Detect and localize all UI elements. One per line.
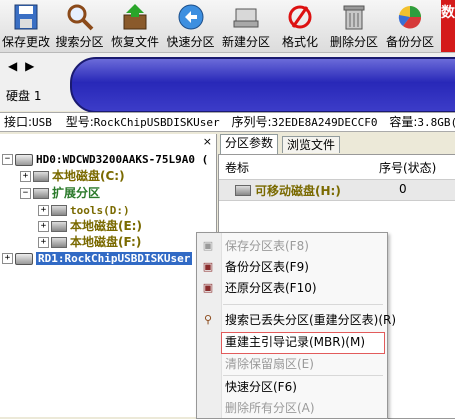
tree-node-tools-label: tools(D:): [70, 204, 130, 217]
trash-icon: [343, 5, 365, 30]
menu-item-search-lost-partitions[interactable]: 搜索已丢失分区(重建分区表)(R): [225, 311, 396, 329]
menu-item-restore-partition-table[interactable]: 还原分区表(F10): [225, 279, 317, 297]
backup-partition-button[interactable]: 备份分区: [382, 0, 438, 52]
recover-box-icon: [123, 4, 147, 30]
partition-icon: [33, 171, 49, 182]
disk-nav-arrows[interactable]: ◀ ▶: [8, 59, 34, 73]
backup-table-icon: ▣: [202, 260, 214, 273]
interface-value: USB: [32, 116, 52, 129]
search-partition-label: 搜索分区: [55, 35, 104, 49]
close-icon[interactable]: ×: [203, 135, 212, 148]
quick-partition-button[interactable]: 快速分区: [163, 0, 218, 52]
serial-label: 序列号:: [231, 115, 272, 129]
partition-icon: [51, 237, 67, 248]
extra-button-cut-off[interactable]: 数: [441, 0, 455, 52]
column-header-label[interactable]: 卷标: [225, 159, 249, 176]
toolbar: 保存更改 搜索分区 恢复文件 快速分区 新建分区 格式化 删除分区 备份分区 数: [0, 0, 455, 53]
disk-tree-panel: × − HD0:WDCWD3200AAKS-75L9A0 ( + 本地磁盘(C:) …: [0, 134, 217, 417]
tree-node-f-label: 本地磁盘(F:): [70, 235, 142, 249]
tree-node-f[interactable]: + 本地磁盘(F:): [38, 234, 141, 250]
quick-partition-icon: [178, 4, 203, 30]
backup-partition-label: 备份分区: [385, 35, 434, 49]
row-index: 0: [399, 182, 407, 196]
partition-icon: [51, 221, 67, 232]
disk-map-bar[interactable]: [70, 57, 455, 113]
save-changes-label: 保存更改: [1, 35, 50, 49]
tree-node-tools[interactable]: + tools(D:): [38, 202, 130, 218]
model-value: RockChipUSBDISKUser: [93, 116, 220, 129]
partition-icon: [33, 188, 49, 199]
collapse-icon[interactable]: −: [2, 154, 13, 165]
tree-node-c[interactable]: + 本地磁盘(C:): [20, 168, 125, 184]
format-button[interactable]: 格式化: [274, 0, 326, 52]
menu-separator: [223, 304, 383, 305]
recover-files-label: 恢复文件: [110, 35, 159, 49]
extra-button-label: 数: [441, 5, 455, 21]
tree-node-e-label: 本地磁盘(E:): [70, 219, 142, 233]
capacity-label: 容量:: [389, 115, 418, 129]
restore-table-icon: ▣: [202, 281, 214, 294]
recover-files-button[interactable]: 恢复文件: [107, 0, 163, 52]
expand-icon[interactable]: +: [38, 205, 49, 216]
detail-tabs: 分区参数 浏览文件: [218, 134, 455, 154]
hard-disk-icon: [15, 252, 33, 265]
next-disk-arrow-icon[interactable]: ▶: [25, 59, 34, 73]
serial-value: 32EDE8A249DECCF0: [271, 116, 378, 129]
expand-icon[interactable]: +: [38, 237, 49, 248]
table-row[interactable]: 可移动磁盘(H:) 0: [219, 179, 455, 201]
collapse-icon[interactable]: −: [20, 188, 31, 199]
save-changes-button[interactable]: 保存更改: [0, 0, 52, 52]
menu-item-save-partition-table[interactable]: 保存分区表(F8): [225, 237, 309, 255]
tree-node-rd1-label: RD1:RockChipUSBDISKUser: [36, 252, 193, 265]
menu-item-quick-partition[interactable]: 快速分区(F6): [225, 378, 297, 396]
tree-node-rd1[interactable]: + RD1:RockChipUSBDISKUser: [2, 250, 193, 266]
quick-partition-label: 快速分区: [166, 35, 215, 49]
new-partition-button[interactable]: 新建分区: [218, 0, 274, 52]
delete-partition-button[interactable]: 删除分区: [326, 0, 382, 52]
capacity-value: 3.8GB(386: [417, 116, 455, 129]
menu-item-delete-all-partitions[interactable]: 删除所有分区(A): [225, 399, 315, 417]
disk-label: 硬盘 1: [6, 89, 42, 103]
tree-node-hd0[interactable]: − HD0:WDCWD3200AAKS-75L9A0 (: [2, 151, 208, 167]
disk-map-row: ◀ ▶ 硬盘 1: [0, 53, 455, 113]
tree-node-extended[interactable]: − 扩展分区: [20, 185, 100, 201]
column-header-index[interactable]: 序号(状态): [379, 159, 436, 176]
expand-icon[interactable]: +: [2, 253, 13, 264]
search-lost-icon: ⚲: [203, 313, 213, 326]
magnifier-icon: [67, 4, 93, 31]
row-label: 可移动磁盘(H:): [255, 184, 341, 198]
save-table-icon: ▣: [202, 239, 214, 252]
delete-partition-label: 删除分区: [329, 35, 378, 49]
context-menu: ▣ 保存分区表(F8) ▣ 备份分区表(F9) ▣ 还原分区表(F10) ⚲ 搜…: [196, 232, 396, 419]
partition-icon: [51, 205, 67, 216]
hard-disk-icon: [15, 153, 33, 166]
tab-browse-files[interactable]: 浏览文件: [282, 136, 341, 153]
tree-node-hd0-label: HD0:WDCWD3200AAKS-75L9A0 (: [36, 153, 209, 166]
pie-icon: [398, 6, 422, 29]
model-label: 型号:: [65, 115, 94, 129]
new-partition-icon: [233, 8, 259, 28]
tree-node-e[interactable]: + 本地磁盘(E:): [38, 218, 142, 234]
tab-partition-params[interactable]: 分区参数: [220, 134, 279, 154]
expand-icon[interactable]: +: [20, 171, 31, 182]
menu-item-clear-reserved-sectors[interactable]: 清除保留扇区(E): [225, 355, 314, 373]
format-icon: [288, 5, 312, 29]
format-label: 格式化: [281, 35, 318, 49]
menu-item-rebuild-mbr[interactable]: 重建主引导记录(MBR)(M): [225, 333, 365, 351]
tree-node-c-label: 本地磁盘(C:): [52, 169, 125, 183]
expand-icon[interactable]: +: [38, 221, 49, 232]
menu-item-backup-partition-table[interactable]: 备份分区表(F9): [225, 258, 309, 276]
save-icon: [14, 4, 38, 30]
menu-separator: [223, 375, 383, 376]
interface-label: 接口:: [4, 115, 33, 129]
prev-disk-arrow-icon[interactable]: ◀: [8, 59, 17, 73]
removable-disk-icon: [235, 185, 251, 196]
disk-info-line: 接口:USB 型号:RockChipUSBDISKUser 序列号:32EDE8…: [0, 112, 455, 132]
new-partition-label: 新建分区: [221, 35, 270, 49]
tree-node-extended-label: 扩展分区: [52, 186, 101, 200]
search-partition-button[interactable]: 搜索分区: [52, 0, 107, 52]
